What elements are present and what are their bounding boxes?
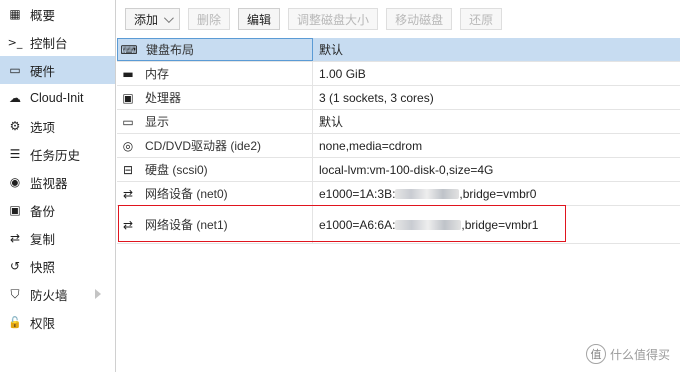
eye-icon: ◉ <box>9 175 21 189</box>
gear-icon: ⚙ <box>9 119 21 133</box>
sidebar-item-label: 权限 <box>30 316 56 331</box>
row-key: ▬ 内存 <box>117 62 313 85</box>
expand-arrow-icon[interactable] <box>95 289 101 299</box>
redacted-mac <box>395 189 460 200</box>
revert-button[interactable]: 还原 <box>460 8 503 30</box>
history-icon: ↺ <box>9 259 21 273</box>
sidebar-item-label: 复制 <box>30 232 56 247</box>
cloud-icon: ☁ <box>9 91 21 105</box>
add-button[interactable]: 添加 <box>125 8 181 30</box>
watermark-logo: 值 <box>585 344 606 364</box>
shield-icon: ⛉ <box>10 286 20 301</box>
row-label: 显示 <box>145 115 170 129</box>
sidebar-item-label: 快照 <box>30 260 56 275</box>
sidebar-item-label: 监视器 <box>30 176 68 191</box>
row-label: 网络设备 (net0) <box>145 187 228 201</box>
table-row[interactable]: ▬ 内存 1.00 GiB <box>117 62 680 86</box>
sidebar-item-label: 备份 <box>30 204 56 219</box>
row-label: 硬盘 (scsi0) <box>145 163 208 177</box>
unlock-icon: 🔓 <box>8 315 22 329</box>
chevron-down-icon <box>163 12 174 23</box>
table-row[interactable]: ◎ CD/DVD驱动器 (ide2) none,media=cdrom <box>117 134 680 158</box>
edit-button[interactable]: 编辑 <box>238 8 281 30</box>
sidebar-item-firewall[interactable]: ⛉ 防火墙 <box>0 280 115 308</box>
sidebar-item-replication[interactable]: ⇄ 复制 <box>0 224 115 252</box>
row-key: ◎ CD/DVD驱动器 (ide2) <box>117 134 313 157</box>
console-icon: >_ <box>7 35 23 49</box>
mac-prefix: e1000=1A:3B: <box>319 186 396 201</box>
table-row[interactable]: ▣ 处理器 3 (1 sockets, 3 cores) <box>117 86 680 110</box>
toolbar: 添加 删除 编辑 调整磁盘大小 移动磁盘 还原 <box>117 0 680 38</box>
watermark-text: 什么值得买 <box>609 347 670 362</box>
sidebar-item-label: 任务历史 <box>30 148 81 163</box>
cpu-icon: ▣ <box>122 90 134 105</box>
sidebar-item-snapshots[interactable]: ↺ 快照 <box>0 252 115 280</box>
display-icon: ▭ <box>122 114 134 129</box>
table-row[interactable]: ⇄ 网络设备 (net0) e1000=1A:3B: ,bridge=vmbr0 <box>117 182 680 206</box>
table-row[interactable]: ⊟ 硬盘 (scsi0) local-lvm:vm-100-disk-0,siz… <box>117 158 680 182</box>
floppy-icon: ▣ <box>9 203 21 217</box>
move-disk-button[interactable]: 移动磁盘 <box>386 8 453 30</box>
keyboard-icon: ⌨ <box>120 42 138 57</box>
table-row[interactable]: ▭ 显示 默认 <box>117 110 680 134</box>
annotation-highlight-box <box>118 205 566 242</box>
summary-icon: ▦ <box>9 7 21 21</box>
sidebar-item-label: 概要 <box>30 8 56 23</box>
row-key: ⌨ 键盘布局 <box>117 38 313 61</box>
row-value: e1000=1A:3B: ,bridge=vmbr0 <box>313 187 536 201</box>
sidebar-item-label: 选项 <box>30 120 56 135</box>
sidebar-item-hardware[interactable]: ▭ 硬件 <box>0 56 115 84</box>
row-value: 默认 <box>319 115 344 129</box>
sidebar-item-label: 控制台 <box>30 36 68 51</box>
network-icon: ⇄ <box>122 186 134 201</box>
row-label: 处理器 <box>145 91 182 105</box>
sidebar-item-label: Cloud-Init <box>30 91 84 105</box>
row-value: 1.00 GiB <box>319 66 366 81</box>
sidebar-item-monitor[interactable]: ◉ 监视器 <box>0 168 115 196</box>
memory-icon: ▬ <box>122 66 134 81</box>
cdrom-icon: ◎ <box>122 138 134 153</box>
sidebar: ▦ 概要 >_ 控制台 ▭ 硬件 ☁ Cloud-Init ⚙ 选项 ☰ 任务历… <box>0 0 116 372</box>
watermark: 值 什么值得买 <box>585 344 670 364</box>
bridge-suffix: ,bridge=vmbr0 <box>459 186 537 201</box>
sidebar-item-backup[interactable]: ▣ 备份 <box>0 196 115 224</box>
table-row[interactable]: ⌨ 键盘布局 默认 <box>117 38 680 62</box>
row-label: 键盘布局 <box>146 43 195 57</box>
row-value: none,media=cdrom <box>319 138 423 153</box>
add-button-label: 添加 <box>134 12 159 27</box>
row-value: local-lvm:vm-100-disk-0,size=4G <box>319 162 494 177</box>
sidebar-item-options[interactable]: ⚙ 选项 <box>0 112 115 140</box>
list-icon: ☰ <box>9 147 21 161</box>
row-label: CD/DVD驱动器 (ide2) <box>145 139 262 153</box>
sidebar-item-summary[interactable]: ▦ 概要 <box>0 0 115 28</box>
retweet-icon: ⇄ <box>9 231 21 245</box>
remove-button[interactable]: 删除 <box>188 8 231 30</box>
monitor-icon: ▭ <box>9 63 21 77</box>
sidebar-item-cloud-init[interactable]: ☁ Cloud-Init <box>0 84 115 112</box>
sidebar-item-label: 硬件 <box>30 64 56 79</box>
row-key: ▣ 处理器 <box>117 86 313 109</box>
row-value: 默认 <box>319 43 344 57</box>
sidebar-item-permissions[interactable]: 🔓 权限 <box>0 308 115 336</box>
row-key: ⊟ 硬盘 (scsi0) <box>117 158 313 181</box>
resize-disk-button[interactable]: 调整磁盘大小 <box>288 8 379 30</box>
row-value: 3 (1 sockets, 3 cores) <box>319 90 434 105</box>
sidebar-item-task-history[interactable]: ☰ 任务历史 <box>0 140 115 168</box>
sidebar-item-console[interactable]: >_ 控制台 <box>0 28 115 56</box>
row-label: 内存 <box>145 67 170 81</box>
harddisk-icon: ⊟ <box>122 162 134 177</box>
sidebar-item-label: 防火墙 <box>30 288 68 303</box>
row-key: ▭ 显示 <box>117 110 313 133</box>
row-key: ⇄ 网络设备 (net0) <box>117 182 313 205</box>
